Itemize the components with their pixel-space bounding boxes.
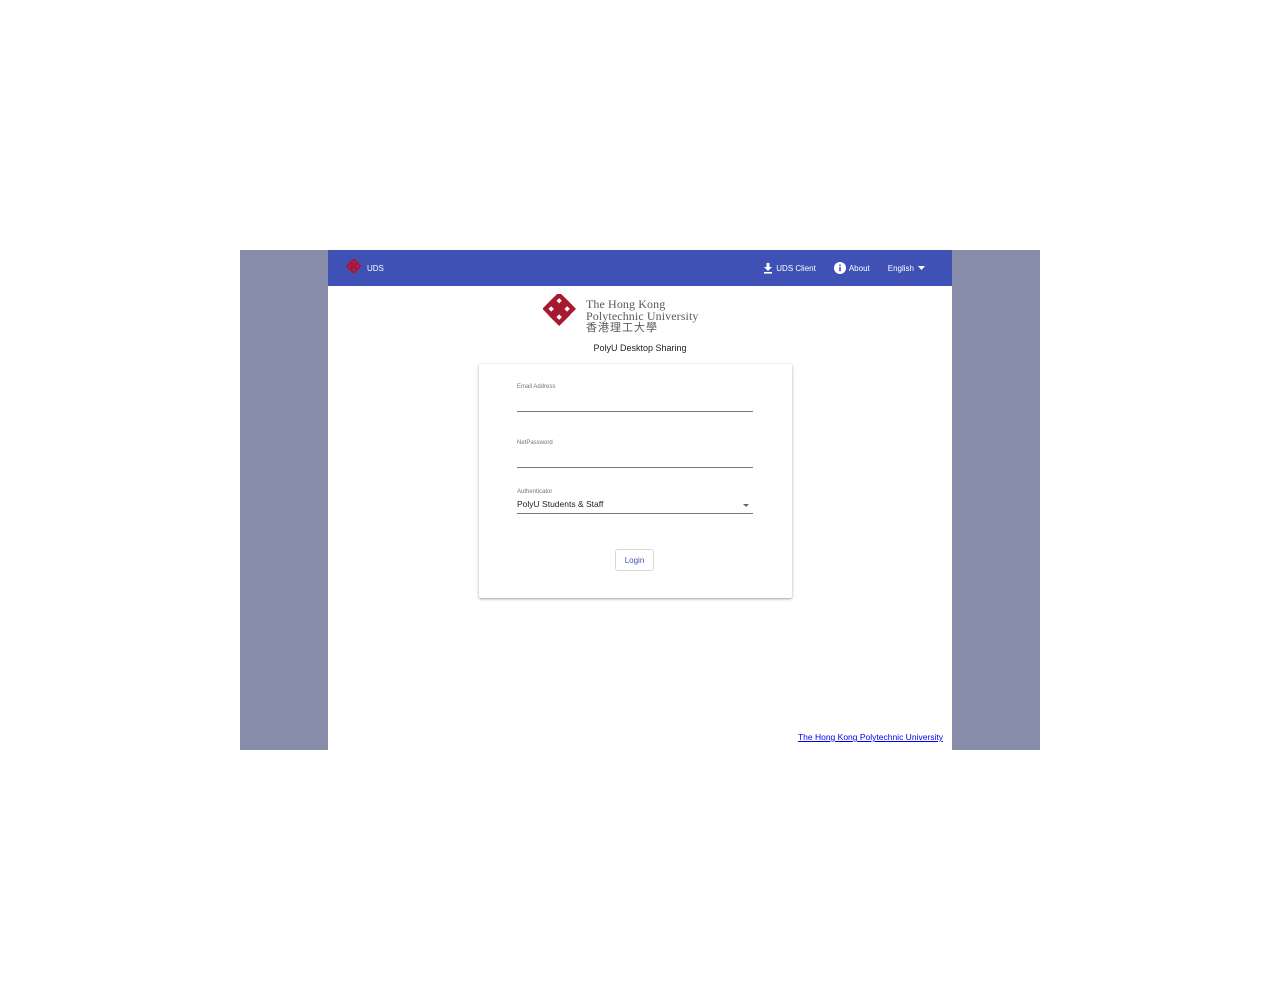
authenticator-select[interactable]: Authenticator PolyU Students & Staff	[517, 489, 753, 515]
logo-wordmark: The Hong Kong Polytechnic University 香港理…	[586, 298, 699, 334]
polyu-logo-emblem-icon	[542, 291, 581, 337]
login-card: Email Address NetPassword Authenticator …	[479, 364, 792, 598]
brand-home-link[interactable]: UDS	[346, 259, 384, 277]
logo-english-line2: Polytechnic University	[586, 308, 699, 323]
info-icon	[833, 262, 849, 274]
language-label: English	[887, 263, 914, 273]
about-button[interactable]: About	[833, 262, 870, 274]
page-title: PolyU Desktop Sharing	[593, 343, 687, 353]
about-label: About	[848, 263, 870, 273]
logo-chinese-name: 香港理工大學	[586, 321, 658, 334]
authenticator-label: Authenticator	[517, 489, 553, 495]
polyu-emblem-icon	[346, 259, 364, 277]
email-field-underline	[517, 411, 753, 412]
viewport-background: UDS UDS Client About English The Hong Ko…	[240, 250, 1040, 750]
uds-client-button[interactable]: UDS Client	[763, 262, 816, 274]
password-field-label: NetPassword	[517, 440, 553, 446]
university-logo: The Hong Kong Polytechnic University 香港理…	[542, 291, 699, 337]
uds-client-label: UDS Client	[776, 263, 816, 273]
authenticator-selected-value: PolyU Students & Staff	[517, 499, 604, 509]
logo-english-line1: The Hong Kong	[586, 296, 666, 311]
password-field-underline	[517, 467, 753, 468]
university-footer-link[interactable]: The Hong Kong Polytechnic University	[798, 732, 943, 742]
language-menu-button[interactable]: English	[888, 264, 928, 273]
password-field-group: NetPassword	[517, 440, 753, 468]
password-field[interactable]	[517, 452, 753, 465]
chevron-down-icon	[918, 266, 928, 270]
email-field-label: Email Address	[517, 384, 556, 390]
dropdown-arrow-icon	[743, 504, 749, 507]
authenticator-underline	[517, 513, 753, 514]
login-button[interactable]: Login	[615, 549, 654, 571]
email-field-group: Email Address	[517, 384, 753, 412]
email-field[interactable]	[517, 396, 753, 409]
brand-label: UDS	[367, 263, 384, 273]
top-navbar: UDS UDS Client About English	[328, 250, 952, 286]
navbar-actions: UDS Client About English	[745, 250, 928, 286]
app-container: UDS UDS Client About English The Hong Ko…	[328, 250, 952, 750]
download-icon	[763, 262, 776, 274]
